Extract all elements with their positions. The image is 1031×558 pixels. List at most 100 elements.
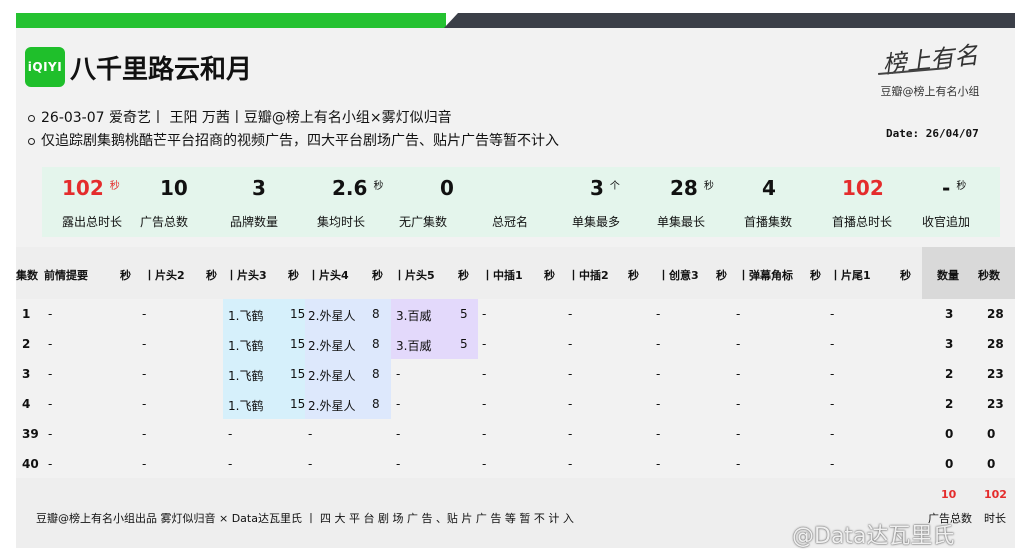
cell-c1: - <box>48 427 53 441</box>
cell-cr: - <box>656 397 661 411</box>
col-header-3: 丨片头2 <box>144 269 185 282</box>
cell-s5: 5 <box>460 337 468 351</box>
col-header-19: 丨片尾1 <box>830 269 871 282</box>
cell-dm: - <box>736 397 741 411</box>
col-header-12: 秒 <box>544 269 555 282</box>
col-header-10: 秒 <box>458 269 469 282</box>
cell-count: 0 <box>945 427 954 441</box>
cell-c4: - <box>308 427 313 441</box>
cell-c5: - <box>396 397 401 411</box>
cell-c4: 2.外星人 <box>308 309 356 323</box>
date-label: Date: 26/04/07 <box>886 127 979 140</box>
cell-m2: - <box>568 307 573 321</box>
cell-secs: 0 <box>987 457 996 471</box>
cell-secs: 23 <box>987 397 1004 411</box>
cell-end: - <box>830 367 835 381</box>
cell-dm: - <box>736 427 741 441</box>
col-header-11: 丨中插1 <box>482 269 523 282</box>
cell-ep: 1 <box>22 307 31 321</box>
col-header-5: 丨片头3 <box>226 269 267 282</box>
col-header-16: 秒 <box>716 269 727 282</box>
cell-s4: 8 <box>372 397 380 411</box>
cell-end: - <box>830 427 835 441</box>
cell-m2: - <box>568 457 573 471</box>
cell-c2: - <box>142 307 147 321</box>
cell-ep: 40 <box>22 457 39 471</box>
table-row: 1- -1.飞鹤 15 2.外星人 8 3.百威 5- - - - -3 28 <box>16 299 1015 329</box>
cell-dm: - <box>736 307 741 321</box>
table-row: 4 - - 1.飞鹤 15 2.外星人 8 - - - - - - 2 23 <box>16 389 1015 419</box>
cell-cr: - <box>656 367 661 381</box>
info-line-2: 仅追踪剧集鹅桃酷芒平台招商的视频广告，四大平台剧场广告、贴片广告等暂不计入 <box>28 130 559 150</box>
cell-end: - <box>830 307 835 321</box>
col-header-7: 丨片头4 <box>308 269 349 282</box>
cell-c3: 1.飞鹤 <box>228 309 264 323</box>
col-header-14: 秒 <box>628 269 639 282</box>
cell-cr: - <box>656 337 661 351</box>
table-row: 40- - - - - - - - - -0 0 <box>16 449 1015 479</box>
total-seconds: 102 <box>984 488 1007 501</box>
cell-c2: - <box>142 457 147 471</box>
cell-c2: - <box>142 337 147 351</box>
col-header-17: 丨弹幕角标 <box>738 269 793 282</box>
cell-cr: - <box>656 427 661 441</box>
cell-c1: - <box>48 307 53 321</box>
cell-count: 3 <box>945 307 954 321</box>
table-row: 2- -1.飞鹤 15 2.外星人 8 3.百威 5- - - - -3 28 <box>16 329 1015 359</box>
cell-count: 2 <box>945 397 954 411</box>
stat-unit: 秒 <box>109 181 120 192</box>
brand-mark: 榜上有名 豆瓣@榜上有名小组 <box>870 40 990 99</box>
col-header-22: 秒数 <box>978 269 1000 282</box>
cell-s4: 8 <box>372 307 380 321</box>
cell-c1: - <box>48 367 53 381</box>
cell-c2: - <box>142 427 147 441</box>
cell-m1: - <box>482 457 487 471</box>
cell-dm: - <box>736 337 741 351</box>
cell-m1: - <box>482 397 487 411</box>
cell-ep: 4 <box>22 397 31 411</box>
col-header-1: 前情提要 <box>44 269 88 282</box>
iqiyi-logo: iQIYI <box>25 47 65 87</box>
total-count: 10 <box>941 488 957 501</box>
cell-c1: - <box>48 457 53 471</box>
cell-c3: 1.飞鹤 <box>228 399 264 413</box>
cell-count: 3 <box>945 337 954 351</box>
cell-s5: 5 <box>460 307 468 321</box>
cell-secs: 28 <box>987 337 1004 351</box>
cell-secs: 0 <box>987 427 996 441</box>
stats-panel: 102 秒露出总时长 10 广告总数 3 品牌数量 2.6 秒集均时长 0 无广集数 总冠名 3 个单集… <box>42 167 1000 237</box>
brand-subtitle: 豆瓣@榜上有名小组 <box>880 85 980 98</box>
cell-c4: - <box>308 457 313 471</box>
col-header-4: 秒 <box>206 269 217 282</box>
cell-s3: 15 <box>290 367 306 381</box>
cell-s4: 8 <box>372 337 380 351</box>
cell-secs: 23 <box>987 367 1004 381</box>
stat-unit: 秒 <box>956 181 967 192</box>
cell-ep: 39 <box>22 427 39 441</box>
cell-s3: 15 <box>290 307 306 321</box>
cell-c4: 2.外星人 <box>308 369 356 383</box>
total-seconds-label: 时长 <box>984 512 1006 525</box>
stat-unit: 个 <box>609 181 620 192</box>
col-header-0: 集数 <box>16 269 38 282</box>
cell-dm: - <box>736 457 741 471</box>
cell-c5: - <box>396 427 401 441</box>
cell-cr: - <box>656 307 661 321</box>
cell-c5: - <box>396 367 401 381</box>
cell-secs: 28 <box>987 307 1004 321</box>
table-row: 39- - - - - - - - - -0 0 <box>16 419 1015 449</box>
cell-ep: 2 <box>22 337 31 351</box>
col-header-2: 秒 <box>120 269 131 282</box>
cell-c1: - <box>48 397 53 411</box>
cell-m1: - <box>482 427 487 441</box>
cell-c5: - <box>396 457 401 471</box>
cell-m2: - <box>568 367 573 381</box>
cell-c5: 3.百威 <box>396 309 432 323</box>
cell-c5: 3.百威 <box>396 339 432 353</box>
cell-count: 0 <box>945 457 954 471</box>
table-header: 集数 前情提要秒丨片头2 秒丨片头3 秒丨片头4 秒丨片头5 秒丨中插1 秒丨中插2 秒丨创意… <box>16 247 1015 299</box>
info-line-1: 26-03-07 爱奇艺丨 王阳 万茜丨豆瓣@榜上有名小组×雾灯似归音 <box>28 107 452 127</box>
stat-unit: 秒 <box>703 181 714 192</box>
cell-dm: - <box>736 367 741 381</box>
cell-end: - <box>830 457 835 471</box>
